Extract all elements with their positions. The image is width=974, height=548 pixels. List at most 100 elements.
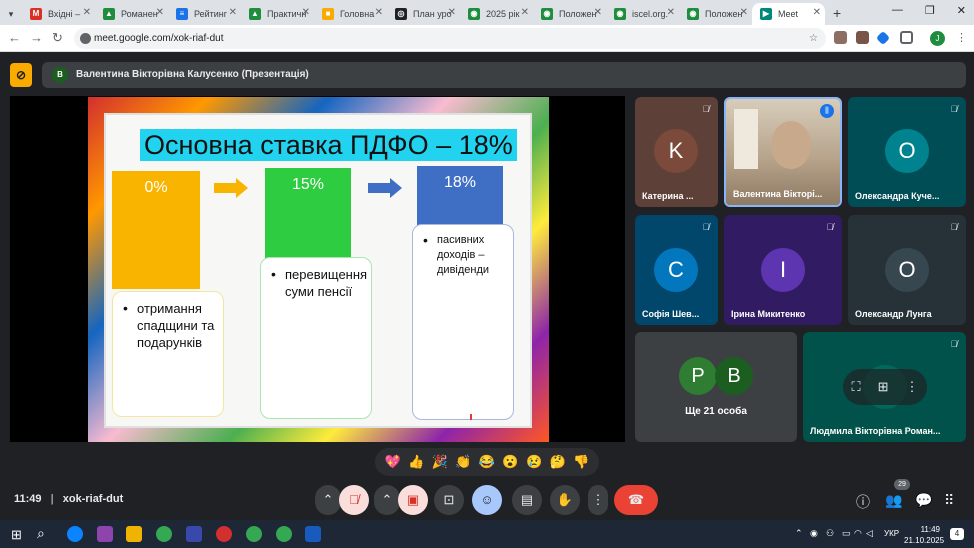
close-tab-icon[interactable]: ✕: [740, 7, 748, 18]
notifications-badge[interactable]: 4: [950, 528, 964, 540]
close-tab-icon[interactable]: ✕: [302, 7, 310, 18]
bookmark-star-icon[interactable]: ☆: [809, 28, 818, 49]
reaction-emoji[interactable]: 💖: [385, 454, 401, 470]
back-button[interactable]: ←: [8, 30, 21, 45]
chat-icon[interactable]: 💬: [915, 492, 932, 509]
word-icon[interactable]: [305, 526, 321, 542]
reaction-emoji[interactable]: 🤔: [550, 454, 566, 470]
more-participants-tile[interactable]: P B Ще 21 особа: [635, 332, 797, 442]
edge-icon[interactable]: [67, 526, 83, 542]
close-tab-icon[interactable]: ✕: [229, 7, 237, 18]
browser-tab[interactable]: ◉ Положен ✕: [679, 3, 752, 25]
tab-favicon-icon: ◉: [541, 8, 553, 20]
participant-tile[interactable]: K 🎙̸ Катерина ...: [635, 97, 718, 207]
browser-tab[interactable]: ▲ Романен ✕: [95, 3, 168, 25]
browser-tab[interactable]: ◉ Положен ✕: [533, 3, 606, 25]
close-tab-icon[interactable]: ✕: [667, 7, 675, 18]
participant-tile[interactable]: О 🎙̸ Олександра Куче...: [848, 97, 966, 207]
camera-toggle-button[interactable]: ▣: [398, 485, 428, 515]
stop-presentation-icon[interactable]: ⊘: [10, 63, 32, 87]
url-input[interactable]: meet.google.com/xok-riaf-dut ☆: [74, 28, 826, 49]
reaction-emoji[interactable]: 👏: [455, 454, 471, 470]
minimize-button[interactable]: —: [892, 4, 903, 17]
file-explorer-icon[interactable]: [126, 526, 142, 542]
pin-icon[interactable]: ⊞: [878, 379, 889, 395]
close-tab-icon[interactable]: ✕: [521, 7, 529, 18]
reaction-emoji[interactable]: 😮: [502, 454, 518, 470]
browser-tab[interactable]: ◎ План уро ✕: [387, 3, 460, 25]
browser-tab[interactable]: ◉ iscel.org. ✕: [606, 3, 679, 25]
search-icon[interactable]: ⌕: [37, 525, 45, 542]
bullet-text: перевищення суми пенсії: [285, 267, 368, 299]
chrome-icon[interactable]: [276, 526, 292, 542]
copilot-icon[interactable]: [97, 526, 113, 542]
wifi-icon[interactable]: ◠: [854, 528, 862, 539]
browser-tab[interactable]: ◉ 2025 рік ✕: [460, 3, 533, 25]
site-info-icon[interactable]: [80, 33, 91, 44]
close-tab-icon[interactable]: ✕: [448, 7, 456, 18]
extension-icon[interactable]: [875, 30, 891, 46]
forward-button[interactable]: →: [30, 30, 43, 45]
participant-tile[interactable]: О 🎙̸ Олександр Лунга: [848, 215, 966, 325]
more-options-button[interactable]: ⋮: [588, 485, 608, 515]
reaction-emoji[interactable]: 👍: [408, 454, 424, 470]
reaction-emoji[interactable]: 😂: [479, 454, 495, 470]
frame-icon[interactable]: ⛶: [851, 379, 860, 395]
present-screen-button[interactable]: ⊡: [434, 485, 464, 515]
emoji-reactions-button[interactable]: ☺: [472, 485, 502, 515]
close-tab-icon[interactable]: ✕: [375, 7, 383, 18]
participant-tile[interactable]: І 🎙̸ Ірина Микитенко: [724, 215, 842, 325]
meeting-details-icon[interactable]: ⓘ: [856, 492, 870, 512]
extensions-puzzle-icon[interactable]: [900, 31, 913, 44]
browser-tab[interactable]: M Вхідні – ✕: [22, 3, 95, 25]
mic-toggle-button[interactable]: 🎙̸: [339, 485, 369, 515]
chrome-icon[interactable]: [246, 526, 262, 542]
clock-date: 21.10.2025: [904, 536, 945, 545]
reaction-emoji[interactable]: 👎: [573, 454, 589, 470]
new-tab-button[interactable]: +: [833, 5, 841, 21]
extension-icon[interactable]: [834, 31, 847, 44]
tray-chevron-icon[interactable]: ⌃: [795, 528, 803, 539]
tab-search-button[interactable]: ▾: [0, 3, 22, 25]
input-language[interactable]: УКР: [884, 529, 899, 538]
raise-hand-button[interactable]: ✋: [550, 485, 580, 515]
opera-icon[interactable]: [216, 526, 232, 542]
participant-tile[interactable]: ⛶ ⊞ ⋮ 🎙̸ Людмила Вікторівна Роман...: [803, 332, 966, 442]
close-tab-icon[interactable]: ✕: [594, 7, 602, 18]
reaction-emoji[interactable]: 😢: [526, 454, 542, 470]
people-icon[interactable]: 👥: [885, 492, 902, 509]
participant-tile[interactable]: С 🎙̸ Софія Шев...: [635, 215, 718, 325]
presenter-banner-text: Валентина Вікторівна Калусенко (Презента…: [76, 69, 309, 80]
tray-icon[interactable]: ⚇: [826, 528, 834, 539]
volume-icon[interactable]: ◁: [866, 528, 873, 539]
leave-call-button[interactable]: ☎: [614, 485, 658, 515]
audio-options-button[interactable]: ⌃: [315, 485, 341, 515]
profile-avatar[interactable]: J: [930, 31, 945, 46]
chrome-icon[interactable]: [156, 526, 172, 542]
app-icon[interactable]: [186, 526, 202, 542]
battery-icon[interactable]: ▭: [842, 528, 851, 539]
video-options-button[interactable]: ⌃: [374, 485, 400, 515]
close-tab-icon[interactable]: ✕: [83, 7, 91, 18]
browser-menu-icon[interactable]: ⋮: [956, 31, 967, 44]
browser-tab[interactable]: ■ Головна ✕: [314, 3, 387, 25]
tray-icon[interactable]: ◉: [810, 528, 818, 539]
url-text: meet.google.com/xok-riaf-dut: [94, 33, 224, 44]
reaction-emoji[interactable]: 🎉: [432, 454, 448, 470]
close-tab-icon[interactable]: ✕: [813, 7, 821, 18]
windows-start-icon[interactable]: ⊞: [11, 527, 22, 543]
reload-button[interactable]: ↻: [52, 30, 63, 46]
more-options-icon[interactable]: ⋮: [905, 379, 918, 395]
maximize-button[interactable]: ❐: [925, 4, 935, 17]
browser-tab[interactable]: ≡ Рейтинг ✕: [168, 3, 241, 25]
browser-tab[interactable]: ▶ Meet ✕: [752, 3, 825, 25]
close-window-button[interactable]: ✕: [957, 4, 966, 17]
close-tab-icon[interactable]: ✕: [156, 7, 164, 18]
clock[interactable]: 11:49 21.10.2025: [904, 524, 945, 546]
activities-icon[interactable]: ⠿: [944, 492, 954, 509]
slide-title: Основна ставка ПДФО – 18%: [140, 129, 517, 161]
extension-icon[interactable]: [856, 31, 869, 44]
captions-button[interactable]: ▤: [512, 485, 542, 515]
participant-tile-speaking[interactable]: ⫼ Валентина Вікторі...: [724, 97, 842, 207]
browser-tab[interactable]: ▲ Практичн ✕: [241, 3, 314, 25]
